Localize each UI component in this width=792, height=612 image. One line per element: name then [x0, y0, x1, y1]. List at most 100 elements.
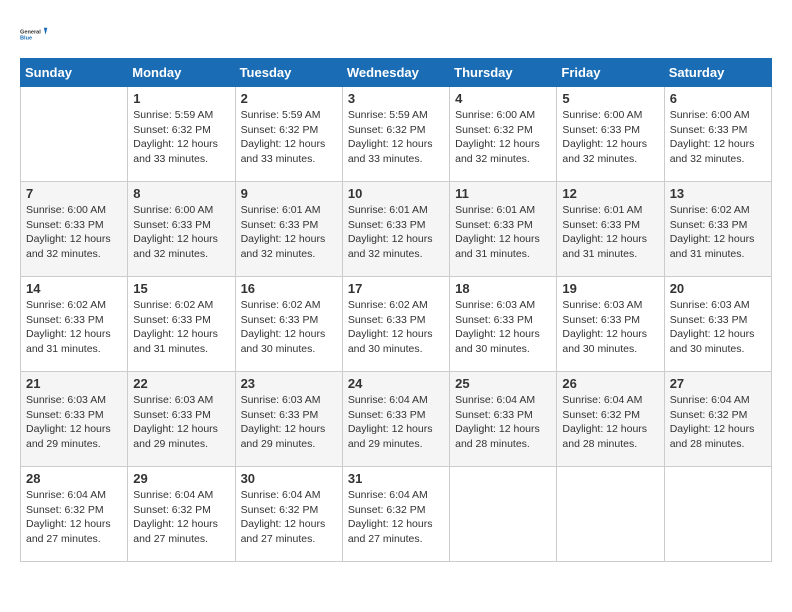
day-info: Sunrise: 6:04 AM Sunset: 6:32 PM Dayligh… — [26, 488, 122, 547]
calendar-table: SundayMondayTuesdayWednesdayThursdayFrid… — [20, 58, 772, 562]
day-info: Sunrise: 6:04 AM Sunset: 6:33 PM Dayligh… — [455, 393, 551, 452]
page-header: GeneralBlue — [20, 20, 772, 48]
calendar-cell: 1 Sunrise: 5:59 AM Sunset: 6:32 PM Daylig… — [128, 87, 235, 182]
day-info: Sunrise: 6:00 AM Sunset: 6:33 PM Dayligh… — [26, 203, 122, 262]
column-header-wednesday: Wednesday — [342, 59, 449, 87]
day-number: 11 — [455, 186, 551, 201]
day-number: 29 — [133, 471, 229, 486]
day-info: Sunrise: 6:02 AM Sunset: 6:33 PM Dayligh… — [241, 298, 337, 357]
calendar-cell: 26Sunrise: 6:04 AM Sunset: 6:32 PM Dayli… — [557, 372, 664, 467]
calendar-cell — [450, 467, 557, 562]
day-info: Sunrise: 6:04 AM Sunset: 6:32 PM Dayligh… — [241, 488, 337, 547]
calendar-cell: 24Sunrise: 6:04 AM Sunset: 6:33 PM Dayli… — [342, 372, 449, 467]
day-info: Sunrise: 6:02 AM Sunset: 6:33 PM Dayligh… — [348, 298, 444, 357]
calendar-header: SundayMondayTuesdayWednesdayThursdayFrid… — [21, 59, 772, 87]
day-info: Sunrise: 5:59 AM Sunset: 6:32 PM Dayligh… — [241, 108, 337, 167]
day-number: 17 — [348, 281, 444, 296]
calendar-cell: 6Sunrise: 6:00 AM Sunset: 6:33 PM Daylig… — [664, 87, 771, 182]
day-info: Sunrise: 6:00 AM Sunset: 6:32 PM Dayligh… — [455, 108, 551, 167]
day-number: 8 — [133, 186, 229, 201]
day-info: Sunrise: 6:04 AM Sunset: 6:32 PM Dayligh… — [133, 488, 229, 547]
header-row: SundayMondayTuesdayWednesdayThursdayFrid… — [21, 59, 772, 87]
day-info: Sunrise: 6:01 AM Sunset: 6:33 PM Dayligh… — [241, 203, 337, 262]
day-info: Sunrise: 6:04 AM Sunset: 6:32 PM Dayligh… — [670, 393, 766, 452]
day-number: 12 — [562, 186, 658, 201]
day-info: Sunrise: 6:02 AM Sunset: 6:33 PM Dayligh… — [670, 203, 766, 262]
calendar-cell: 27 Sunrise: 6:04 AM Sunset: 6:32 PM Dayli… — [664, 372, 771, 467]
day-info: Sunrise: 6:01 AM Sunset: 6:33 PM Dayligh… — [562, 203, 658, 262]
day-number: 6 — [670, 91, 766, 106]
calendar-body: 1 Sunrise: 5:59 AM Sunset: 6:32 PM Daylig… — [21, 87, 772, 562]
calendar-cell: 10 Sunrise: 6:01 AM Sunset: 6:33 PM Dayli… — [342, 182, 449, 277]
calendar-cell: 8 Sunrise: 6:00 AM Sunset: 6:33 PM Daylig… — [128, 182, 235, 277]
column-header-monday: Monday — [128, 59, 235, 87]
day-number: 9 — [241, 186, 337, 201]
day-number: 4 — [455, 91, 551, 106]
day-number: 15 — [133, 281, 229, 296]
calendar-cell: 19Sunrise: 6:03 AM Sunset: 6:33 PM Dayli… — [557, 277, 664, 372]
svg-text:Blue: Blue — [20, 36, 32, 42]
day-number: 28 — [26, 471, 122, 486]
day-info: Sunrise: 6:03 AM Sunset: 6:33 PM Dayligh… — [133, 393, 229, 452]
calendar-cell: 9 Sunrise: 6:01 AM Sunset: 6:33 PM Daylig… — [235, 182, 342, 277]
calendar-cell: 11 Sunrise: 6:01 AM Sunset: 6:33 PM Dayli… — [450, 182, 557, 277]
calendar-cell: 22 Sunrise: 6:03 AM Sunset: 6:33 PM Dayli… — [128, 372, 235, 467]
calendar-cell: 25Sunrise: 6:04 AM Sunset: 6:33 PM Dayli… — [450, 372, 557, 467]
day-number: 1 — [133, 91, 229, 106]
calendar-cell: 28 Sunrise: 6:04 AM Sunset: 6:32 PM Dayli… — [21, 467, 128, 562]
day-number: 16 — [241, 281, 337, 296]
day-number: 27 — [670, 376, 766, 391]
calendar-cell: 15 Sunrise: 6:02 AM Sunset: 6:33 PM Dayli… — [128, 277, 235, 372]
day-info: Sunrise: 6:01 AM Sunset: 6:33 PM Dayligh… — [455, 203, 551, 262]
day-info: Sunrise: 5:59 AM Sunset: 6:32 PM Dayligh… — [133, 108, 229, 167]
calendar-cell — [664, 467, 771, 562]
week-row-5: 28 Sunrise: 6:04 AM Sunset: 6:32 PM Dayli… — [21, 467, 772, 562]
column-header-saturday: Saturday — [664, 59, 771, 87]
day-info: Sunrise: 6:03 AM Sunset: 6:33 PM Dayligh… — [241, 393, 337, 452]
day-number: 31 — [348, 471, 444, 486]
day-number: 10 — [348, 186, 444, 201]
calendar-cell — [557, 467, 664, 562]
calendar-cell: 7 Sunrise: 6:00 AM Sunset: 6:33 PM Daylig… — [21, 182, 128, 277]
week-row-3: 14 Sunrise: 6:02 AM Sunset: 6:33 PM Dayli… — [21, 277, 772, 372]
week-row-4: 21 Sunrise: 6:03 AM Sunset: 6:33 PM Dayli… — [21, 372, 772, 467]
calendar-cell: 17 Sunrise: 6:02 AM Sunset: 6:33 PM Dayli… — [342, 277, 449, 372]
day-info: Sunrise: 6:03 AM Sunset: 6:33 PM Dayligh… — [26, 393, 122, 452]
day-info: Sunrise: 6:02 AM Sunset: 6:33 PM Dayligh… — [133, 298, 229, 357]
calendar-cell: 13 Sunrise: 6:02 AM Sunset: 6:33 PM Dayli… — [664, 182, 771, 277]
svg-text:General: General — [20, 29, 41, 35]
day-number: 21 — [26, 376, 122, 391]
day-number: 26 — [562, 376, 658, 391]
calendar-cell — [21, 87, 128, 182]
calendar-cell: 30Sunrise: 6:04 AM Sunset: 6:32 PM Dayli… — [235, 467, 342, 562]
calendar-cell: 4 Sunrise: 6:00 AM Sunset: 6:32 PM Daylig… — [450, 87, 557, 182]
column-header-sunday: Sunday — [21, 59, 128, 87]
day-number: 13 — [670, 186, 766, 201]
day-info: Sunrise: 6:02 AM Sunset: 6:33 PM Dayligh… — [26, 298, 122, 357]
calendar-cell: 16 Sunrise: 6:02 AM Sunset: 6:33 PM Dayli… — [235, 277, 342, 372]
calendar-cell: 29 Sunrise: 6:04 AM Sunset: 6:32 PM Dayli… — [128, 467, 235, 562]
day-number: 22 — [133, 376, 229, 391]
column-header-friday: Friday — [557, 59, 664, 87]
calendar-cell: 23Sunrise: 6:03 AM Sunset: 6:33 PM Dayli… — [235, 372, 342, 467]
calendar-cell: 20Sunrise: 6:03 AM Sunset: 6:33 PM Dayli… — [664, 277, 771, 372]
day-number: 7 — [26, 186, 122, 201]
day-info: Sunrise: 6:00 AM Sunset: 6:33 PM Dayligh… — [562, 108, 658, 167]
calendar-cell: 14 Sunrise: 6:02 AM Sunset: 6:33 PM Dayli… — [21, 277, 128, 372]
day-info: Sunrise: 5:59 AM Sunset: 6:32 PM Dayligh… — [348, 108, 444, 167]
calendar-cell: 21 Sunrise: 6:03 AM Sunset: 6:33 PM Dayli… — [21, 372, 128, 467]
calendar-cell: 3Sunrise: 5:59 AM Sunset: 6:32 PM Daylig… — [342, 87, 449, 182]
day-info: Sunrise: 6:04 AM Sunset: 6:32 PM Dayligh… — [348, 488, 444, 547]
day-info: Sunrise: 6:00 AM Sunset: 6:33 PM Dayligh… — [133, 203, 229, 262]
calendar-cell: 2Sunrise: 5:59 AM Sunset: 6:32 PM Daylig… — [235, 87, 342, 182]
day-number: 14 — [26, 281, 122, 296]
day-number: 19 — [562, 281, 658, 296]
week-row-1: 1 Sunrise: 5:59 AM Sunset: 6:32 PM Daylig… — [21, 87, 772, 182]
day-info: Sunrise: 6:03 AM Sunset: 6:33 PM Dayligh… — [670, 298, 766, 357]
column-header-tuesday: Tuesday — [235, 59, 342, 87]
day-info: Sunrise: 6:04 AM Sunset: 6:33 PM Dayligh… — [348, 393, 444, 452]
logo: GeneralBlue — [20, 20, 48, 48]
day-info: Sunrise: 6:01 AM Sunset: 6:33 PM Dayligh… — [348, 203, 444, 262]
day-number: 5 — [562, 91, 658, 106]
calendar-cell: 18Sunrise: 6:03 AM Sunset: 6:33 PM Dayli… — [450, 277, 557, 372]
